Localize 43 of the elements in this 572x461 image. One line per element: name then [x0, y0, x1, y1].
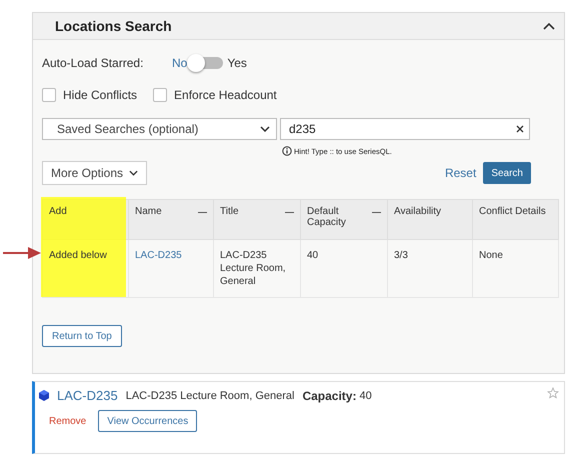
column-header: Add	[49, 206, 67, 217]
toggle-label: Yes	[227, 56, 247, 70]
arrow-icon	[3, 247, 41, 259]
search-button[interactable]: Search	[483, 162, 531, 184]
table-cell: None	[479, 250, 503, 261]
reset-link[interactable]: Reset	[444, 166, 476, 180]
column-header: Title	[220, 206, 239, 217]
table-cell: 3/3	[394, 250, 408, 261]
field-label: Auto-Load Starred:	[42, 56, 144, 70]
star-icon[interactable]	[547, 387, 559, 399]
checkbox[interactable]	[42, 88, 56, 102]
collapse-icon[interactable]	[543, 22, 555, 30]
minus-icon[interactable]	[198, 212, 207, 213]
saved-searches-dropdown[interactable]: Saved Searches (optional)	[42, 118, 277, 140]
checkbox-label: Enforce Headcount	[174, 88, 277, 102]
more-options-button[interactable]: More Options	[42, 161, 148, 185]
column-header: Conflict Details	[479, 206, 546, 217]
table-cell: 40	[307, 250, 318, 261]
checkbox-label: Hide Conflicts	[63, 88, 138, 102]
location-link[interactable]: LAC-D235	[135, 250, 182, 261]
minus-icon[interactable]	[372, 212, 381, 213]
column-header: Name	[135, 206, 162, 217]
return-to-top-button[interactable]: Return to Top	[42, 325, 122, 347]
remove-link[interactable]: Remove	[49, 416, 86, 426]
cube-icon	[39, 390, 49, 401]
view-occurrences-button[interactable]: View Occurrences	[98, 410, 198, 432]
capacity-label: Capacity:	[302, 388, 356, 402]
location-link[interactable]: LAC-D235	[57, 388, 118, 403]
location-title: LAC-D235 Lecture Room, General	[126, 390, 294, 402]
capacity-value: 40	[359, 390, 372, 402]
search-field[interactable]: d235	[280, 118, 530, 140]
chevron-icon	[129, 170, 138, 176]
info-icon	[282, 146, 292, 156]
checkbox[interactable]	[153, 88, 168, 102]
panel-title: Locations Search	[55, 18, 172, 34]
chevron-icon	[260, 126, 270, 132]
column-header: Default Capacity	[307, 206, 347, 228]
column-header: Availability	[394, 206, 442, 217]
toggle-label: No	[172, 56, 188, 70]
minus-icon[interactable]	[285, 212, 294, 213]
table-cell: Added below	[49, 250, 107, 261]
table-cell: LAC-D235 Lecture Room, General	[220, 250, 286, 287]
clear-icon[interactable]	[516, 125, 524, 133]
